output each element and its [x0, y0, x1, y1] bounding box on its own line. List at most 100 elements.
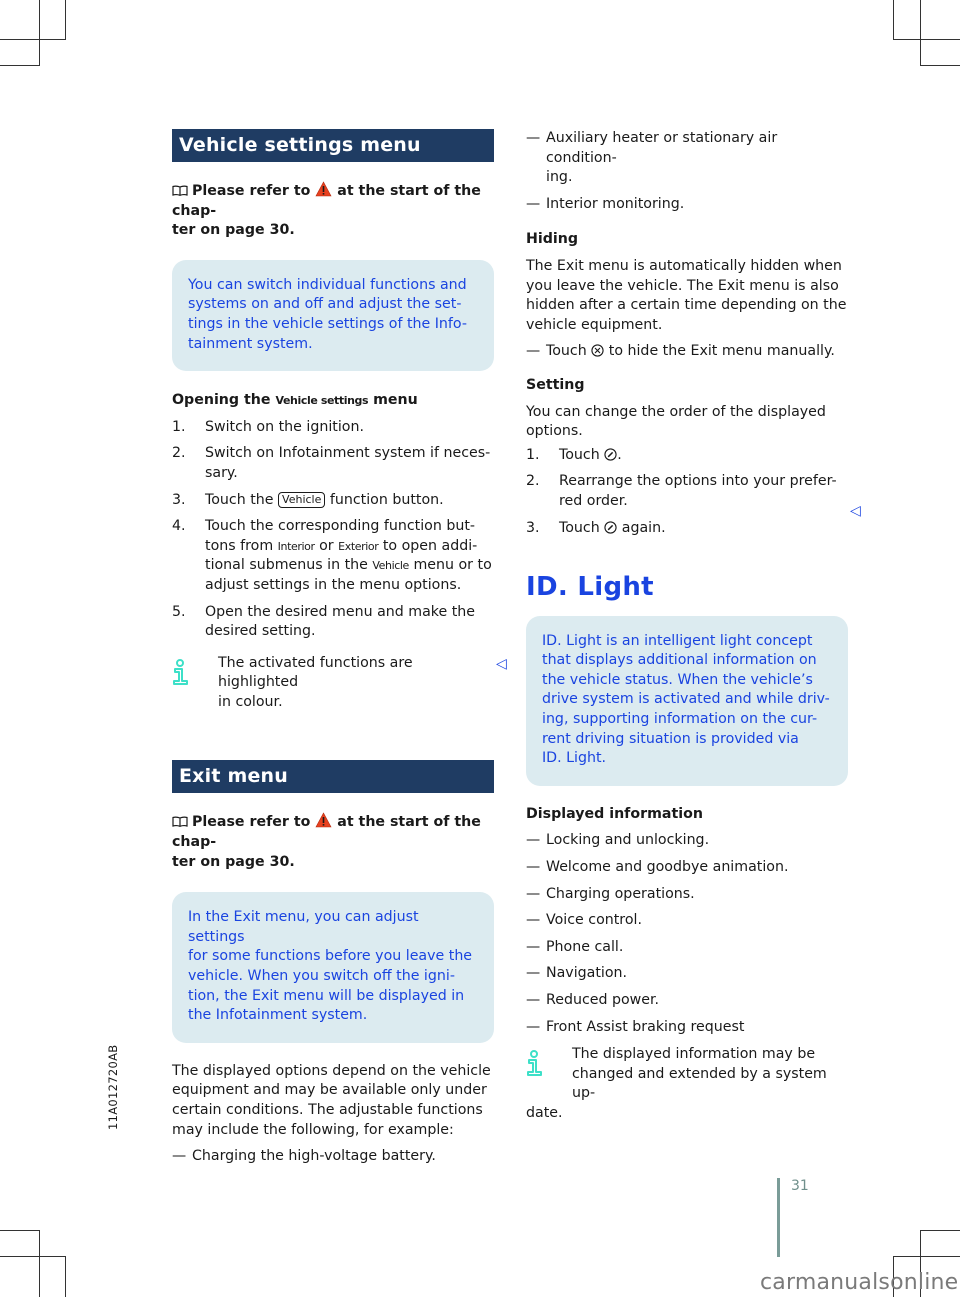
crop-mark	[893, 1256, 960, 1257]
infobox-line: for some functions before you leave the	[188, 948, 473, 965]
step-number: 1.	[526, 446, 540, 463]
end-of-section-icon: ◁	[850, 503, 861, 519]
edit-circle-icon[interactable]	[604, 448, 617, 461]
infobox-line: vehicle. When you switch off the igni-	[188, 968, 455, 985]
infobox-line: drive system is activated and while driv…	[542, 691, 830, 708]
dash-bullet: —	[526, 859, 541, 876]
intro-infobox: You can switch individual functions and …	[172, 259, 494, 372]
displayed-information-list: — Locking and unlocking. — Welcome and goo…	[526, 831, 848, 1037]
infobox-line: that displays additional information on	[542, 652, 817, 669]
step-number: 5.	[172, 603, 186, 620]
bullet-text: Front Assist braking request	[546, 1018, 745, 1035]
crop-mark	[0, 1230, 40, 1231]
setting-paragraph: You can change the order of the displaye…	[526, 403, 848, 442]
step-text: red order.	[559, 492, 628, 509]
crop-mark	[65, 0, 66, 40]
vehicle-function-button[interactable]: Vehicle	[278, 491, 326, 508]
dash-bullet: —	[526, 912, 541, 929]
section-heading-vehicle-settings: Vehicle settings menu	[172, 129, 494, 162]
edit-circle-icon[interactable]	[604, 520, 617, 534]
dash-bullet: —	[172, 1148, 187, 1165]
book-icon	[172, 816, 188, 828]
list-item: — Welcome and goodbye animation.	[526, 858, 848, 878]
close-circle-icon[interactable]	[591, 344, 604, 357]
warning-triangle-icon[interactable]	[315, 181, 332, 197]
exit-body-paragraph: The displayed options depend on the vehi…	[172, 1062, 494, 1140]
reference-text: Please refer to	[192, 814, 311, 831]
body-line: The Exit menu is automatically hidden wh…	[526, 257, 842, 274]
crop-mark	[893, 39, 960, 40]
list-item: — Charging operations.	[526, 885, 848, 905]
left-column: Vehicle settings menu Please refer to at…	[172, 129, 494, 1174]
info-icon	[173, 658, 188, 685]
step-text: Touch	[559, 446, 600, 463]
crop-mark	[39, 0, 40, 66]
step-number: 3.	[526, 519, 540, 536]
note-text: The displayed information may be	[572, 1046, 816, 1063]
ui-term: Vehicle settings	[275, 394, 369, 408]
dash-bullet: —	[526, 1018, 541, 1035]
note-text: date.	[526, 1104, 563, 1121]
infobox-line: the Infotainment system.	[188, 1007, 368, 1024]
list-item: — Voice control.	[526, 911, 848, 931]
crop-mark	[0, 39, 66, 40]
reference-text: Please refer to	[192, 183, 311, 199]
crop-mark	[920, 0, 921, 66]
setting-steps-list: 1. Touch . 2. Rearrange the options into y…	[526, 446, 848, 538]
hiding-list: — Touch to hide the Exit menu manually.	[526, 342, 848, 362]
list-item: 1. Touch .	[526, 446, 848, 466]
list-item: — Reduced power.	[526, 991, 848, 1011]
ui-term-exterior: Exterior	[338, 539, 379, 553]
page-number-bar	[777, 1178, 780, 1257]
note-text: changed and extended by a system up-	[572, 1065, 827, 1102]
list-item: 5. Open the desired menu and make the desi…	[172, 603, 494, 642]
ui-term-vehicle: Vehicle	[372, 559, 409, 573]
end-of-section-icon: ◁	[496, 656, 507, 672]
crop-mark	[39, 1230, 40, 1297]
step-text: desired setting.	[205, 623, 316, 640]
bullet-text: Auxiliary heater or stationary air condi…	[546, 130, 778, 166]
step-text: again.	[621, 519, 666, 536]
bullet-text: Phone call.	[546, 938, 624, 955]
dash-bullet: —	[526, 195, 541, 212]
subheading-opening: Opening the Vehicle settings menu	[172, 391, 494, 411]
infobox-line: ing, supporting information on the cur-	[542, 711, 818, 728]
step-text: or	[319, 537, 334, 554]
list-item: 2. Switch on Infotainment system if neces…	[172, 444, 494, 483]
body-line: vehicle equipment.	[526, 316, 663, 333]
infobox-line: tion, the Exit menu will be displayed in	[188, 987, 465, 1004]
step-text: Switch on the ignition.	[205, 418, 364, 435]
infobox-line: systems on and off and adjust the set-	[188, 296, 462, 313]
warning-triangle-icon[interactable]	[315, 812, 332, 828]
infobox-line: the vehicle status. When the vehicle’s	[542, 671, 813, 688]
list-item: — Navigation.	[526, 964, 848, 984]
dash-bullet: —	[526, 885, 541, 902]
bullet-text: Locking and unlocking.	[546, 832, 710, 849]
note-text: in colour.	[218, 693, 283, 710]
step-number: 1.	[172, 418, 186, 435]
body-line: certain conditions. The adjustable funct…	[172, 1102, 483, 1118]
step-text: Switch on Infotainment system if neces-	[205, 445, 491, 462]
step-text: .	[617, 446, 622, 463]
info-icon	[527, 1050, 542, 1077]
list-item: — Charging the high-voltage battery.	[172, 1147, 494, 1167]
chapter-reference: Please refer to at the start of the chap…	[172, 812, 494, 872]
infobox-line: tings in the vehicle settings of the Inf…	[188, 315, 467, 332]
bullet-text: Voice control.	[546, 912, 642, 929]
step-text: tional submenus in the	[205, 557, 368, 574]
exit-options-list-continued: — Auxiliary heater or stationary air cond…	[526, 129, 848, 214]
step-text: to open addi-	[382, 537, 478, 554]
dash-bullet: —	[526, 992, 541, 1008]
section-heading-exit-menu: Exit menu	[172, 760, 494, 794]
subheading-setting: Setting	[526, 376, 585, 393]
step-number: 2.	[526, 473, 540, 490]
body-line: hidden after a certain time depending on…	[526, 297, 847, 314]
reference-page-link[interactable]: ter on page 30.	[172, 854, 295, 870]
reference-page-link[interactable]: ter on page 30.	[172, 222, 295, 238]
list-item: — Auxiliary heater or stationary air cond…	[526, 129, 848, 188]
document-code: 11A012720AB	[106, 1044, 120, 1130]
crop-mark	[0, 65, 40, 66]
right-column: — Auxiliary heater or stationary air cond…	[526, 129, 848, 1124]
info-note: The activated functions are highlighted …	[172, 654, 494, 713]
crop-mark	[0, 1256, 66, 1257]
